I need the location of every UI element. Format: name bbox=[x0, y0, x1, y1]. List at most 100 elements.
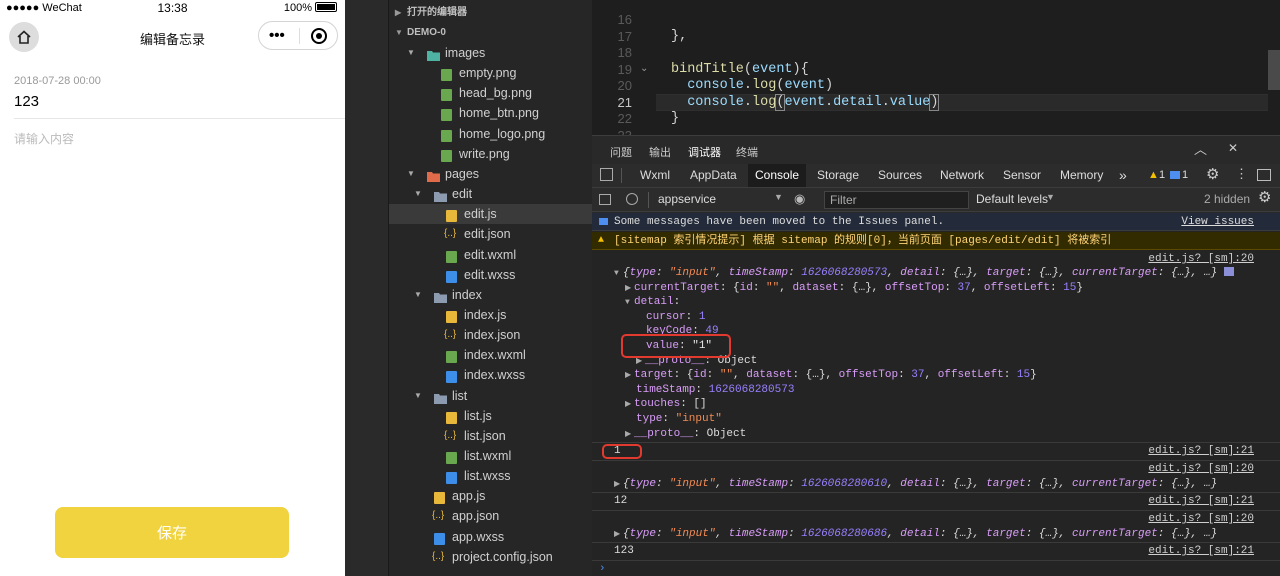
more-icon[interactable]: ••• bbox=[269, 27, 285, 44]
expanded-triangle-icon[interactable]: ▼ bbox=[614, 267, 623, 282]
tree-file-list-wxml[interactable]: list.wxml bbox=[389, 446, 592, 466]
kebab-menu-icon[interactable]: ⋮ bbox=[1235, 166, 1248, 182]
source-link[interactable]: edit.js? [sm]:21 bbox=[1148, 494, 1254, 509]
memo-content-input[interactable]: 请输入内容 bbox=[14, 130, 74, 147]
tab-wxml[interactable]: Wxml bbox=[633, 164, 677, 187]
tree-file-home-logo-png[interactable]: home_logo.png bbox=[389, 124, 592, 144]
collapsed-triangle-icon[interactable]: ▶ bbox=[625, 428, 634, 443]
close-icon[interactable]: ✕ bbox=[1228, 141, 1238, 155]
tree-folder-images[interactable]: ▼ images bbox=[389, 43, 592, 63]
chevron-down-icon[interactable]: ▼ bbox=[414, 285, 422, 305]
info-count: 1 bbox=[1182, 169, 1189, 181]
battery-percent: 100% bbox=[283, 2, 312, 14]
tab-problems[interactable]: 问题 bbox=[610, 144, 632, 160]
dock-icon[interactable] bbox=[1257, 169, 1271, 181]
collapsed-triangle-icon[interactable]: ▶ bbox=[625, 398, 634, 413]
view-issues-link[interactable]: View issues bbox=[1181, 213, 1254, 231]
code-editor[interactable]: 16 17 18 19 20 21 22 23 ⌄ }, bindTitle(e… bbox=[592, 0, 1280, 135]
console-toolbar: appservice ▼ ◉ Filter Default levels ▼ 2… bbox=[592, 188, 1280, 212]
tree-file-app-js[interactable]: app.js bbox=[389, 486, 592, 506]
tree-file-edit-json[interactable]: {..} edit.json bbox=[389, 224, 592, 244]
tree-file-project-config-json[interactable]: {..} project.config.json bbox=[389, 547, 592, 567]
collapsed-triangle-icon[interactable]: ▶ bbox=[625, 369, 634, 384]
tab-debugger[interactable]: 调试器 bbox=[688, 144, 721, 166]
tree-file-list-json[interactable]: {..} list.json bbox=[389, 426, 592, 446]
tree-folder-pages[interactable]: ▼ pages bbox=[389, 164, 592, 184]
close-capsule-icon[interactable] bbox=[311, 28, 327, 44]
wxss-file-icon bbox=[446, 470, 458, 485]
info-icon[interactable] bbox=[1170, 171, 1180, 179]
tree-file-app-json[interactable]: {..} app.json bbox=[389, 506, 592, 526]
levels-select[interactable]: Default levels bbox=[976, 192, 1048, 206]
source-link[interactable]: edit.js? [sm]:21 bbox=[1148, 444, 1254, 459]
collapsed-triangle-icon[interactable]: ▶ bbox=[625, 282, 634, 297]
tree-file-index-json[interactable]: {..} index.json bbox=[389, 325, 592, 345]
tree-file-list-js[interactable]: list.js bbox=[389, 406, 592, 426]
eye-icon[interactable]: ◉ bbox=[794, 191, 805, 207]
tree-item-label: edit bbox=[452, 187, 473, 202]
json-file-icon: {..} bbox=[432, 510, 445, 522]
source-link[interactable]: edit.js? [sm]:20 bbox=[1148, 252, 1254, 267]
filter-input[interactable]: Filter bbox=[824, 191, 969, 209]
tree-file-home-btn-png[interactable]: home_btn.png bbox=[389, 103, 592, 123]
chevron-down-icon[interactable]: ▼ bbox=[407, 43, 415, 63]
tree-file-list-wxss[interactable]: list.wxss bbox=[389, 466, 592, 486]
tab-sources[interactable]: Sources bbox=[871, 164, 929, 187]
chevron-up-icon[interactable]: ︿ bbox=[1194, 139, 1207, 158]
chevron-down-icon[interactable]: ▼ bbox=[407, 164, 415, 184]
source-link[interactable]: edit.js? [sm]:21 bbox=[1148, 544, 1254, 559]
project-label: DEMO-0 bbox=[407, 27, 446, 38]
collapsed-triangle-icon[interactable]: ▶ bbox=[614, 528, 623, 543]
context-select[interactable]: appservice bbox=[658, 192, 716, 206]
timestamp-value: 1626068280686 bbox=[801, 527, 888, 540]
sidebar-toggle-icon[interactable] bbox=[599, 194, 611, 205]
tab-storage[interactable]: Storage bbox=[810, 164, 866, 187]
tab-output[interactable]: 输出 bbox=[649, 144, 671, 160]
gear-icon[interactable]: ⚙ bbox=[1206, 165, 1219, 183]
tree-folder-list[interactable]: ▼ list bbox=[389, 386, 592, 406]
tab-sensor[interactable]: Sensor bbox=[996, 164, 1048, 187]
source-link[interactable]: edit.js? [sm]:20 bbox=[1148, 462, 1254, 477]
chevron-down-icon[interactable]: ▼ bbox=[414, 386, 422, 406]
info-message-text: Some messages have been moved to the Iss… bbox=[614, 216, 945, 228]
tree-file-edit-wxss[interactable]: edit.wxss bbox=[389, 265, 592, 285]
tree-file-empty-png[interactable]: empty.png bbox=[389, 63, 592, 83]
save-button[interactable]: 保存 bbox=[55, 507, 289, 558]
console-settings-gear-icon[interactable]: ⚙ bbox=[1258, 188, 1271, 206]
clear-console-icon[interactable] bbox=[626, 193, 638, 205]
project-header[interactable]: ▼ DEMO-0 bbox=[389, 23, 592, 43]
tree-folder-edit[interactable]: ▼ edit bbox=[389, 184, 592, 204]
open-editors-header[interactable]: ▶ 打开的编辑器 bbox=[389, 3, 592, 23]
wxss-file-icon bbox=[434, 531, 446, 545]
tab-console[interactable]: Console bbox=[748, 164, 807, 187]
menu-capsule[interactable]: ••• bbox=[258, 21, 338, 50]
tab-memory[interactable]: Memory bbox=[1053, 164, 1110, 187]
json-file-icon: {..} bbox=[444, 429, 457, 441]
tree-file-write-png[interactable]: write.png bbox=[389, 144, 592, 164]
expanded-triangle-icon[interactable]: ▼ bbox=[625, 296, 634, 311]
tree-file-index-js[interactable]: index.js bbox=[389, 305, 592, 325]
tree-file-edit-js[interactable]: edit.js bbox=[389, 204, 592, 225]
tree-file-edit-wxml[interactable]: edit.wxml bbox=[389, 245, 592, 265]
tree-file-app-wxss[interactable]: app.wxss bbox=[389, 527, 592, 547]
tab-appdata[interactable]: AppData bbox=[683, 164, 744, 187]
chevron-down-icon[interactable]: ▼ bbox=[414, 184, 422, 204]
tree-folder-index[interactable]: ▼ index bbox=[389, 285, 592, 305]
tab-terminal[interactable]: 终端 bbox=[736, 144, 758, 160]
tree-file-index-wxss[interactable]: index.wxss bbox=[389, 365, 592, 385]
tree-file-index-wxml[interactable]: index.wxml bbox=[389, 345, 592, 365]
collapsed-triangle-icon[interactable]: ▶ bbox=[614, 478, 623, 493]
more-tabs-icon[interactable]: » bbox=[1112, 164, 1134, 187]
tab-network[interactable]: Network bbox=[933, 164, 991, 187]
folder-icon bbox=[434, 289, 447, 303]
tree-file-head-bg-png[interactable]: head_bg.png bbox=[389, 83, 592, 103]
source-link[interactable]: edit.js? [sm]:20 bbox=[1148, 512, 1254, 527]
info-message: Some messages have been moved to the Iss… bbox=[592, 213, 1280, 231]
fold-chevron-icon[interactable]: ⌄ bbox=[640, 63, 648, 74]
memo-title-input[interactable]: 123 bbox=[14, 93, 39, 110]
inspect-icon[interactable] bbox=[600, 168, 613, 181]
console-log[interactable]: Some messages have been moved to the Iss… bbox=[592, 213, 1280, 576]
editor-scrollbar[interactable] bbox=[1268, 50, 1280, 90]
warning-icon[interactable]: ▲ bbox=[1148, 169, 1159, 181]
prop-value: Object bbox=[706, 427, 747, 440]
